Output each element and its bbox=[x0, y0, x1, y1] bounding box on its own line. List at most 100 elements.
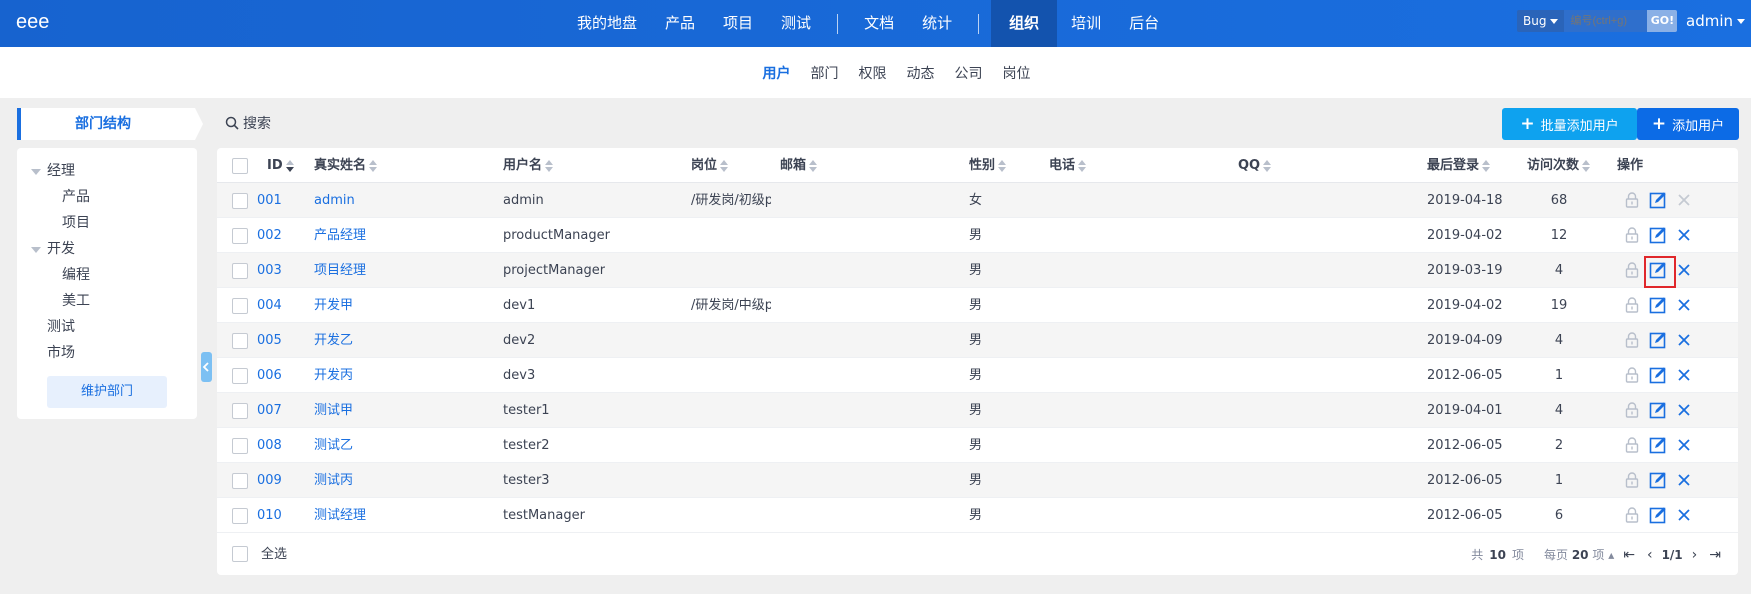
select-all-checkbox[interactable] bbox=[232, 546, 248, 562]
sidebar-collapse-handle[interactable] bbox=[201, 352, 212, 382]
column-header-qq[interactable]: QQ bbox=[1238, 148, 1272, 183]
edit-icon[interactable] bbox=[1648, 504, 1668, 526]
tree-node-test[interactable]: 测试 bbox=[17, 314, 197, 340]
subnav-item-user[interactable]: 用户 bbox=[763, 63, 791, 83]
expand-triangle-icon[interactable] bbox=[31, 247, 41, 253]
delete-icon[interactable] bbox=[1674, 294, 1694, 316]
table-row[interactable]: 006 开发丙 dev3 男 2012-06-05 1 bbox=[217, 358, 1738, 393]
row-checkbox[interactable] bbox=[232, 298, 248, 314]
edit-icon[interactable] bbox=[1648, 364, 1668, 386]
nav-item-my[interactable]: 我的地盘 bbox=[563, 0, 651, 47]
table-row[interactable]: 004 开发甲 dev1/研发岗/中级pl 男 2019-04-02 19 bbox=[217, 288, 1738, 323]
column-header-id[interactable]: ID bbox=[267, 148, 294, 183]
delete-icon[interactable] bbox=[1674, 434, 1694, 456]
row-checkbox[interactable] bbox=[232, 403, 248, 419]
subnav-item-position[interactable]: 岗位 bbox=[1003, 63, 1031, 83]
table-search-toggle[interactable]: 搜索 bbox=[225, 113, 271, 133]
lock-icon[interactable] bbox=[1622, 504, 1642, 526]
column-header-last-login[interactable]: 最后登录 bbox=[1427, 148, 1491, 183]
table-row[interactable]: 002 产品经理 productManager 男 2019-04-02 12 bbox=[217, 218, 1738, 253]
cell-id[interactable]: 007 bbox=[257, 393, 282, 428]
edit-icon[interactable] bbox=[1648, 469, 1668, 491]
batch-add-user-button[interactable]: + 批量添加用户 bbox=[1502, 108, 1637, 140]
row-checkbox[interactable] bbox=[232, 228, 248, 244]
tree-node-manager[interactable]: 经理 bbox=[17, 158, 197, 184]
lock-icon[interactable] bbox=[1622, 294, 1642, 316]
lock-icon[interactable] bbox=[1622, 224, 1642, 246]
dept-structure-tab[interactable]: 部门结构 bbox=[17, 108, 203, 140]
cell-id[interactable]: 005 bbox=[257, 323, 282, 358]
user-menu[interactable]: admin bbox=[1686, 12, 1745, 30]
edit-icon[interactable] bbox=[1648, 189, 1668, 211]
column-header-gender[interactable]: 性别 bbox=[969, 148, 1007, 183]
delete-icon[interactable] bbox=[1674, 364, 1694, 386]
row-checkbox[interactable] bbox=[232, 508, 248, 524]
next-page-icon[interactable]: › bbox=[1689, 547, 1701, 563]
cell-id[interactable]: 001 bbox=[257, 183, 282, 218]
cell-realname[interactable]: 开发乙 bbox=[314, 323, 353, 358]
edit-icon[interactable] bbox=[1648, 294, 1668, 316]
table-row[interactable]: 010 测试经理 testManager 男 2012-06-05 6 bbox=[217, 498, 1738, 533]
prev-page-icon[interactable]: ‹ bbox=[1644, 547, 1656, 563]
nav-item-training[interactable]: 培训 bbox=[1057, 0, 1115, 47]
delete-icon[interactable] bbox=[1674, 399, 1694, 421]
edit-icon[interactable] bbox=[1648, 329, 1668, 351]
go-button[interactable]: GO! bbox=[1647, 10, 1678, 32]
cell-id[interactable]: 006 bbox=[257, 358, 282, 393]
row-checkbox[interactable] bbox=[232, 193, 248, 209]
cell-realname[interactable]: 开发丙 bbox=[314, 358, 353, 393]
nav-item-company[interactable]: 组织 bbox=[991, 0, 1058, 47]
nav-item-product[interactable]: 产品 bbox=[651, 0, 709, 47]
tree-node-project[interactable]: 项目 bbox=[17, 210, 197, 236]
row-checkbox[interactable] bbox=[232, 438, 248, 454]
edit-icon[interactable] bbox=[1648, 224, 1668, 246]
delete-icon[interactable] bbox=[1674, 469, 1694, 491]
search-input[interactable] bbox=[1564, 10, 1648, 32]
table-row[interactable]: 008 测试乙 tester2 男 2012-06-05 2 bbox=[217, 428, 1738, 463]
column-header-email[interactable]: 邮箱 bbox=[780, 148, 818, 183]
first-page-icon[interactable]: ⇤ bbox=[1620, 547, 1638, 563]
edit-icon[interactable] bbox=[1644, 256, 1676, 288]
nav-item-doc[interactable]: 文档 bbox=[850, 0, 908, 47]
nav-item-report[interactable]: 统计 bbox=[908, 0, 966, 47]
edit-icon[interactable] bbox=[1648, 399, 1668, 421]
table-row[interactable]: 009 测试丙 tester3 男 2012-06-05 1 bbox=[217, 463, 1738, 498]
cell-id[interactable]: 002 bbox=[257, 218, 282, 253]
add-user-button[interactable]: + 添加用户 bbox=[1637, 108, 1739, 140]
lock-icon[interactable] bbox=[1622, 189, 1642, 211]
table-row[interactable]: 001 admin admin/研发岗/初级pl 女 2019-04-18 68 bbox=[217, 183, 1738, 218]
lock-icon[interactable] bbox=[1622, 329, 1642, 351]
column-header-role[interactable]: 岗位 bbox=[691, 148, 729, 183]
lock-icon[interactable] bbox=[1622, 364, 1642, 386]
cell-realname[interactable]: 测试经理 bbox=[314, 498, 366, 533]
tree-node-art[interactable]: 美工 bbox=[17, 288, 197, 314]
tree-node-market[interactable]: 市场 bbox=[17, 340, 197, 366]
cell-realname[interactable]: 测试乙 bbox=[314, 428, 353, 463]
column-header-realname[interactable]: 真实姓名 bbox=[314, 148, 378, 183]
tree-node-product[interactable]: 产品 bbox=[17, 184, 197, 210]
subnav-item-dept[interactable]: 部门 bbox=[811, 63, 839, 83]
subnav-item-group[interactable]: 权限 bbox=[859, 63, 887, 83]
column-header-account[interactable]: 用户名 bbox=[503, 148, 554, 183]
edit-icon[interactable] bbox=[1648, 434, 1668, 456]
cell-realname[interactable]: 产品经理 bbox=[314, 218, 366, 253]
column-header-visits[interactable]: 访问次数 bbox=[1527, 148, 1591, 183]
delete-icon[interactable] bbox=[1674, 504, 1694, 526]
expand-triangle-icon[interactable] bbox=[31, 169, 41, 175]
delete-icon[interactable] bbox=[1674, 329, 1694, 351]
delete-icon[interactable] bbox=[1674, 189, 1694, 211]
lock-icon[interactable] bbox=[1622, 469, 1642, 491]
table-row[interactable]: 003 项目经理 projectManager 男 2019-03-19 4 bbox=[217, 253, 1738, 288]
table-row[interactable]: 007 测试甲 tester1 男 2019-04-01 4 bbox=[217, 393, 1738, 428]
table-row[interactable]: 005 开发乙 dev2 男 2019-04-09 4 bbox=[217, 323, 1738, 358]
subnav-item-dynamic[interactable]: 动态 bbox=[907, 63, 935, 83]
maintain-dept-button[interactable]: 维护部门 bbox=[47, 376, 167, 408]
delete-icon[interactable] bbox=[1674, 259, 1694, 281]
cell-realname[interactable]: 项目经理 bbox=[314, 253, 366, 288]
cell-realname[interactable]: 开发甲 bbox=[314, 288, 353, 323]
row-checkbox[interactable] bbox=[232, 333, 248, 349]
nav-item-qa[interactable]: 测试 bbox=[767, 0, 825, 47]
per-page-dropdown[interactable]: 每页 20 项 ▴ bbox=[1544, 546, 1614, 563]
search-type-dropdown[interactable]: Bug bbox=[1517, 10, 1565, 32]
nav-item-project[interactable]: 项目 bbox=[709, 0, 767, 47]
